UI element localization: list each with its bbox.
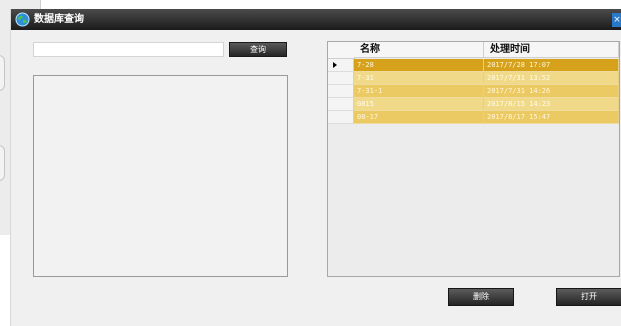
cell-time[interactable]: 2017/7/31 14:26 [484, 85, 619, 98]
table-row[interactable]: 7-28 2017/7/28 17:07 [328, 59, 619, 72]
cell-name[interactable]: 0815 [354, 98, 484, 111]
title-bar[interactable]: 数据库查询 × [11, 9, 621, 30]
globe-icon [15, 12, 30, 27]
delete-button[interactable]: 删除 [448, 288, 514, 306]
search-input[interactable] [33, 42, 224, 57]
row-header[interactable] [328, 98, 354, 111]
cell-name[interactable]: 7-28 [354, 59, 484, 72]
column-header-name[interactable]: 名称 [354, 42, 484, 58]
row-header[interactable] [328, 72, 354, 85]
column-header-time[interactable]: 处理时间 [484, 42, 619, 58]
cell-time[interactable]: 2017/8/17 15:47 [484, 111, 619, 124]
triangle-right-icon [333, 62, 337, 68]
close-button[interactable]: × [612, 13, 621, 27]
background-side-tab [0, 145, 5, 181]
table-row[interactable]: 0815 2017/8/15 14:23 [328, 98, 619, 111]
row-header[interactable] [328, 111, 354, 124]
window-title: 数据库查询 [34, 14, 84, 25]
cell-name[interactable]: 08-17 [354, 111, 484, 124]
results-table[interactable]: 名称 处理时间 7-28 2017/7/28 17:07 7-31 2017/7/31… [327, 41, 620, 277]
cell-name[interactable]: 7-31-1 [354, 85, 484, 98]
row-header[interactable] [328, 85, 354, 98]
preview-area [33, 75, 288, 277]
background-side-tab [0, 55, 5, 91]
table-header: 名称 处理时间 [328, 42, 619, 59]
header-corner [328, 42, 355, 59]
search-button[interactable]: 查询 [229, 42, 287, 57]
cell-name[interactable]: 7-31 [354, 72, 484, 85]
database-query-dialog: 数据库查询 × 查询 名称 处理时间 7-28 2017/7/28 17:07 7-… [10, 9, 621, 326]
table-row[interactable]: 08-17 2017/8/17 15:47 [328, 111, 619, 124]
cell-time[interactable]: 2017/8/15 14:23 [484, 98, 619, 111]
table-row[interactable]: 7-31-1 2017/7/31 14:26 [328, 85, 619, 98]
cell-time[interactable]: 2017/7/31 13:52 [484, 72, 619, 85]
open-button[interactable]: 打开 [556, 288, 621, 306]
close-icon: × [613, 15, 621, 25]
table-row[interactable]: 7-31 2017/7/31 13:52 [328, 72, 619, 85]
cell-time[interactable]: 2017/7/28 17:07 [484, 59, 619, 72]
row-header[interactable] [328, 59, 354, 72]
